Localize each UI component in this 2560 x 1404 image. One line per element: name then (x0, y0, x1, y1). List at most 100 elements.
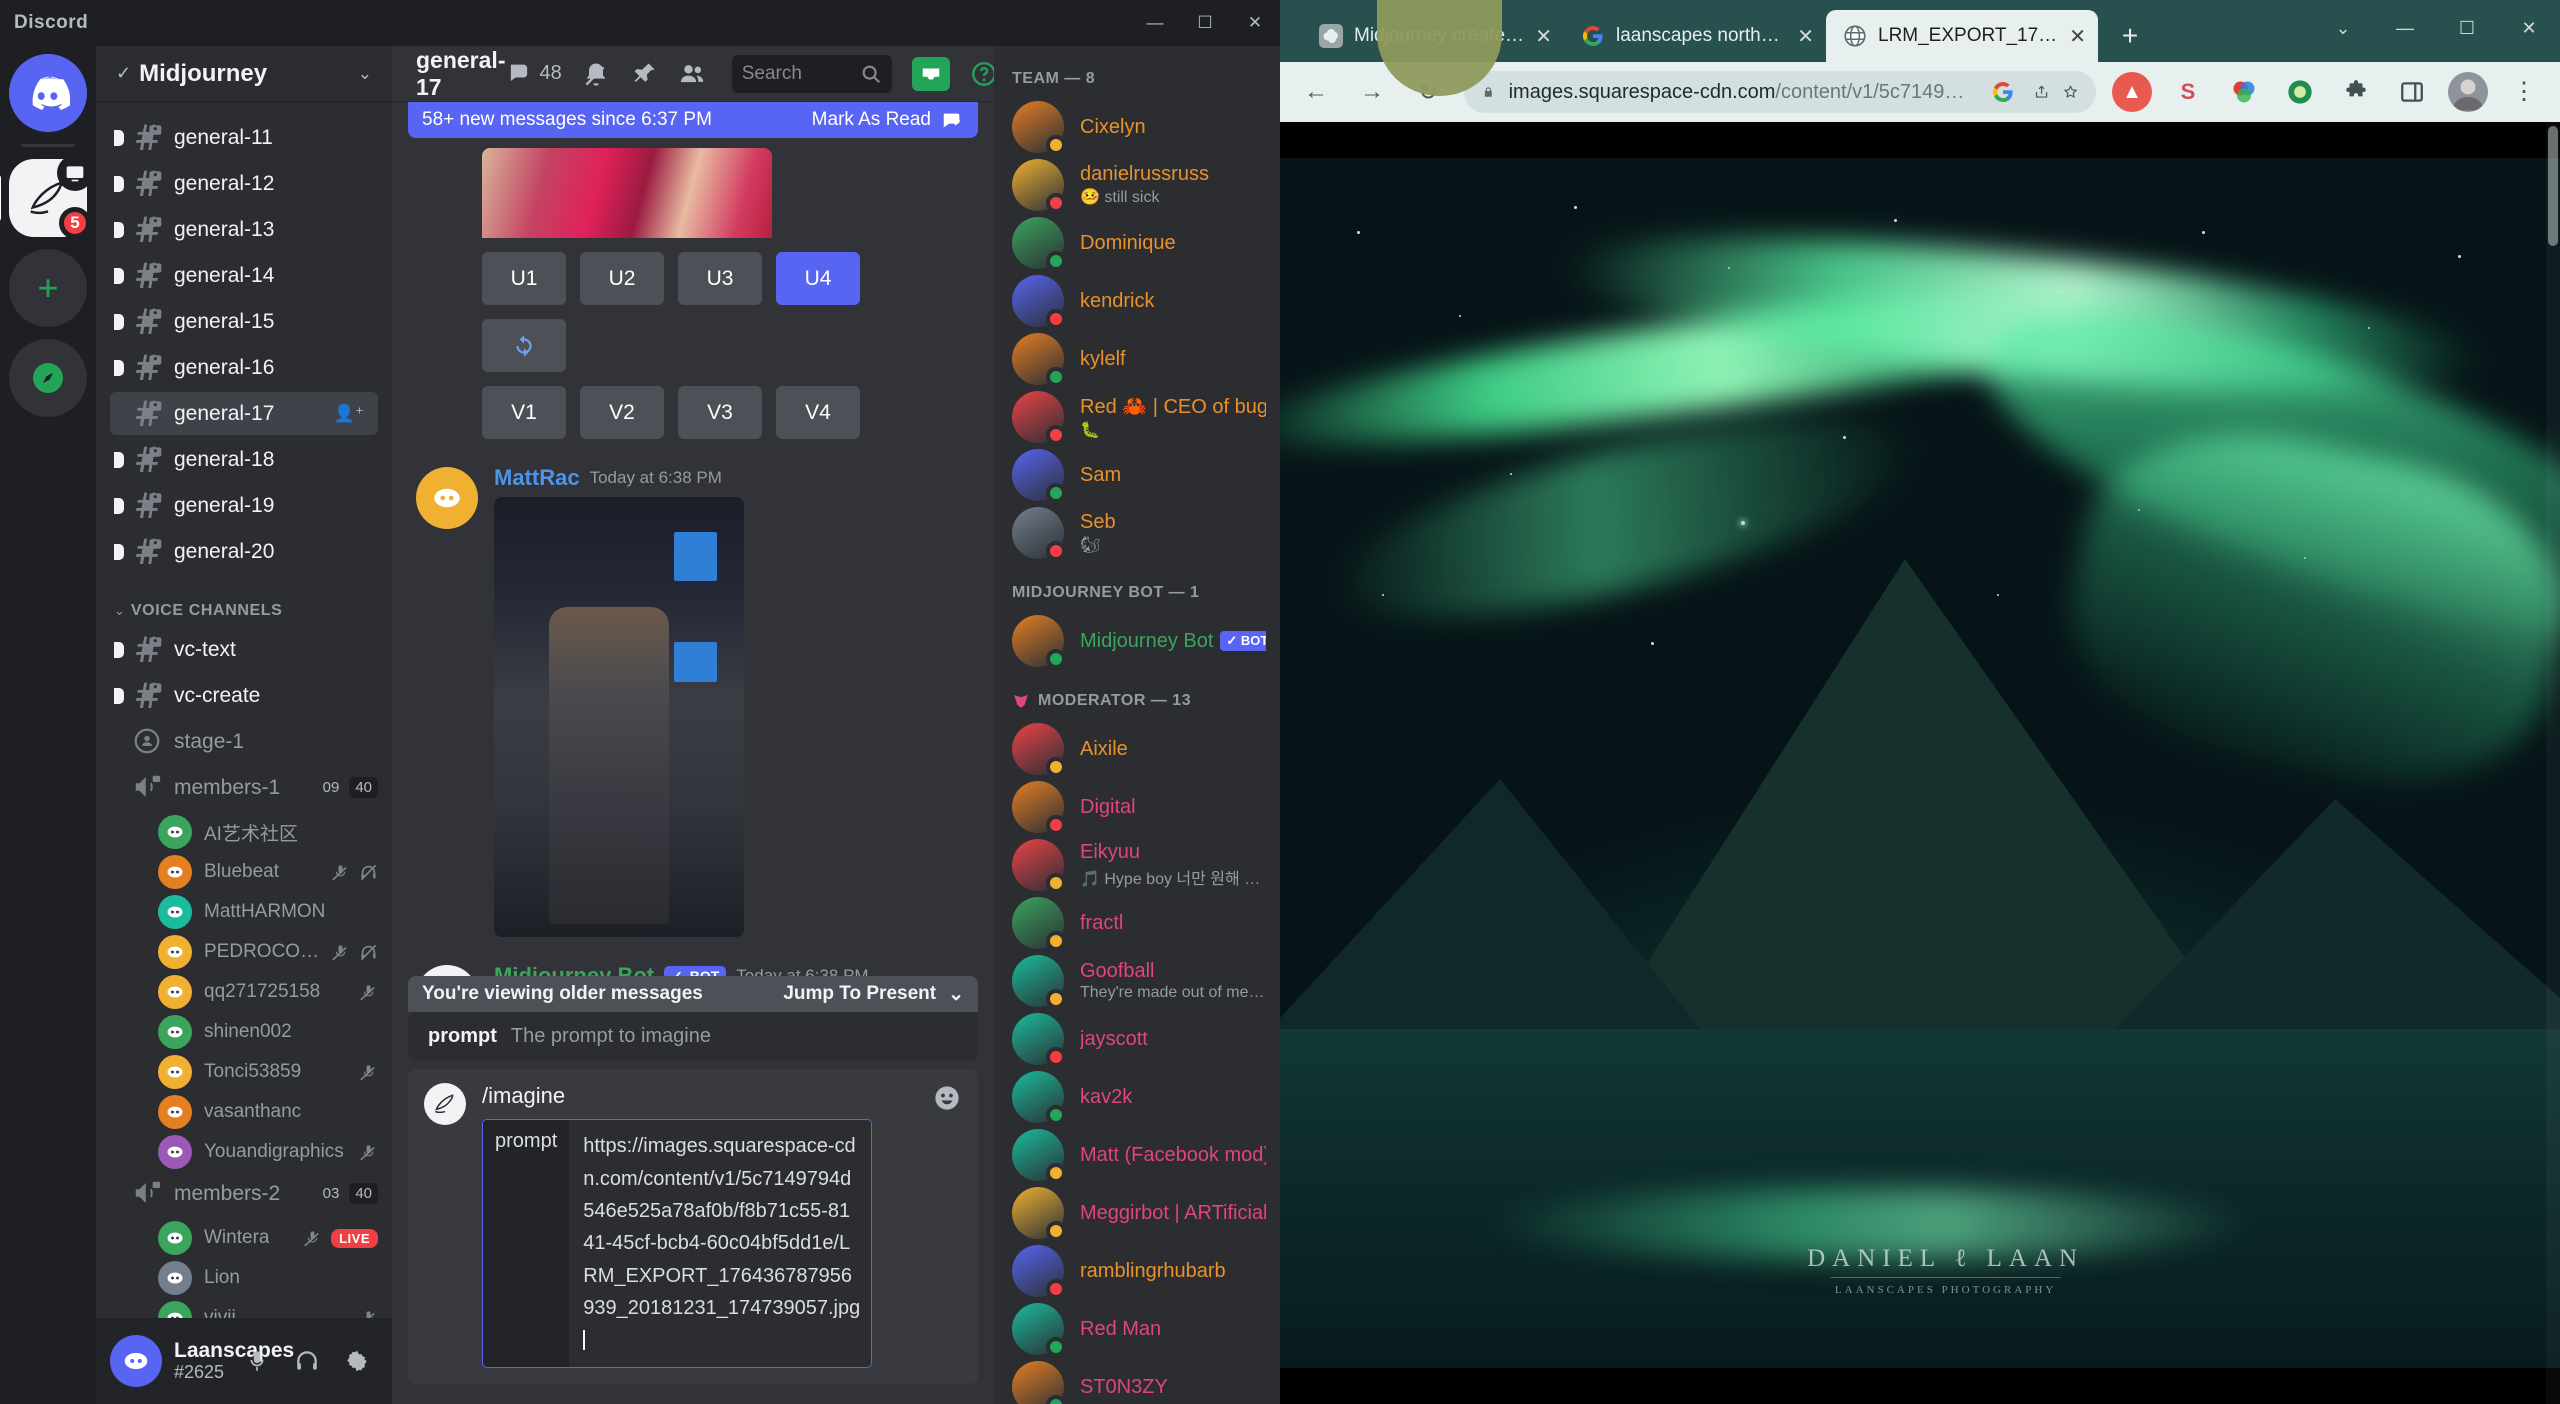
avatar[interactable] (1012, 275, 1066, 329)
avatar[interactable] (1012, 1013, 1066, 1067)
sidebar-channel-general-13[interactable]: general-13 (110, 208, 378, 251)
threads-button[interactable]: 48 (505, 60, 562, 88)
avatar[interactable] (1012, 333, 1066, 387)
member-list-item[interactable]: Meggirbot | ARTificial... (994, 1184, 1280, 1242)
message-scroller[interactable]: 58+ new messages since 6:37 PM Mark As R… (392, 102, 994, 1013)
explore-servers-button[interactable] (9, 339, 87, 417)
voice-member[interactable]: Wintera LIVE (96, 1218, 392, 1258)
green-extension-icon[interactable] (2280, 72, 2320, 112)
member-list-item[interactable]: Cixelyn (994, 98, 1280, 156)
category-voice-channels[interactable]: ⌄ VOICE CHANNELS (96, 576, 392, 628)
generated-image-preview[interactable] (482, 148, 772, 238)
add-members-icon[interactable]: 👤⁺ (334, 404, 364, 424)
upscale-button-U4[interactable]: U4 (776, 252, 860, 305)
voice-channel-members-2[interactable]: members-2 03 40 (110, 1172, 378, 1215)
avatar[interactable] (1012, 159, 1066, 213)
aurora-photo[interactable]: DANIEL ℓ LAAN LAANSCAPES PHOTOGRAPHY (1280, 158, 2560, 1368)
member-list-item[interactable]: Midjourney Bot ✓ BOT (994, 612, 1280, 670)
sidebar-channel-general-20[interactable]: general-20 (110, 530, 378, 573)
avatar[interactable] (158, 1261, 192, 1295)
member-list[interactable]: TEAM — 8 Cixelyn danielrussruss 🤒 still sic… (994, 46, 1280, 1404)
pinned-messages-button[interactable] (630, 60, 658, 88)
voice-member[interactable]: Youandigraphics (96, 1132, 392, 1172)
message-attachment-image[interactable] (494, 497, 744, 937)
sidebar-channel-vc-text[interactable]: vc-text (110, 628, 378, 671)
member-list-item[interactable]: Matt (Facebook mod) (994, 1126, 1280, 1184)
member-list-item[interactable]: ramblingrhubarb (994, 1242, 1280, 1300)
avatar[interactable] (158, 855, 192, 889)
avatar[interactable] (416, 467, 478, 529)
user-settings-button[interactable] (332, 1336, 382, 1386)
sidebar-channel-stage-1[interactable]: stage-1 (110, 720, 378, 763)
tab-close-button[interactable]: ✕ (1797, 24, 1814, 49)
member-list-item[interactable]: kendrick (994, 272, 1280, 330)
avatar[interactable] (158, 1095, 192, 1129)
sidebar-channel-general-12[interactable]: general-12 (110, 162, 378, 205)
search-input[interactable]: Search (731, 54, 892, 93)
voice-channel-members-1[interactable]: members-1 09 40 (110, 766, 378, 809)
star-icon[interactable] (2063, 80, 2078, 104)
member-list-item[interactable]: jayscott (994, 1010, 1280, 1068)
sidebar-channel-general-17[interactable]: general-17 👤⁺ (110, 392, 378, 435)
home-button[interactable] (9, 54, 87, 132)
member-list-item[interactable]: kylelf (994, 330, 1280, 388)
share-icon[interactable] (2034, 80, 2049, 104)
address-bar[interactable]: images.squarespace-cdn.com/content/v1/5c… (1464, 71, 2096, 113)
member-list-item[interactable]: Aixile (994, 720, 1280, 778)
voice-member[interactable]: vasanthanc (96, 1092, 392, 1132)
avatar[interactable] (1012, 1187, 1066, 1241)
notification-settings-button[interactable] (582, 60, 610, 88)
upscale-button-U1[interactable]: U1 (482, 252, 566, 305)
voice-member[interactable]: PEDROCOELHO... (96, 932, 392, 972)
avatar[interactable] (110, 1335, 162, 1387)
avatar[interactable] (1012, 1245, 1066, 1299)
extensions-puzzle-icon[interactable] (2336, 72, 2376, 112)
avatar[interactable] (1012, 897, 1066, 951)
voice-member[interactable]: qq271725158 (96, 972, 392, 1012)
voice-member[interactable]: shinen002 (96, 1012, 392, 1052)
avatar[interactable] (1012, 615, 1066, 669)
variation-button-V4[interactable]: V4 (776, 386, 860, 439)
close-button[interactable]: ✕ (1230, 0, 1280, 46)
side-panel-icon[interactable] (2392, 72, 2432, 112)
voice-member[interactable]: Bluebeat (96, 852, 392, 892)
jump-to-present-button[interactable]: Jump To Present ⌄ (783, 983, 964, 1006)
voice-member[interactable]: Tonci53859 (96, 1052, 392, 1092)
member-list-item[interactable]: ST0N3ZY (994, 1358, 1280, 1404)
browser-tab[interactable]: LRM_EXPORT_176436787956939 ✕ (1826, 10, 2098, 62)
user-identity[interactable]: Laanscapes #2625 (174, 1339, 294, 1383)
member-list-item[interactable]: Red Man (994, 1300, 1280, 1358)
member-list-item[interactable]: Digital (994, 778, 1280, 836)
command-argument[interactable]: prompt https://images.squarespace-cdn.co… (482, 1119, 872, 1368)
forward-button[interactable]: → (1352, 72, 1392, 112)
member-list-item[interactable]: Dominique (994, 214, 1280, 272)
message-author[interactable]: MattRac (494, 465, 580, 491)
browser-tab[interactable]: laanscapes northern lights - Goo ✕ (1564, 10, 1826, 62)
upscale-button-U3[interactable]: U3 (678, 252, 762, 305)
deafen-button[interactable] (282, 1336, 332, 1386)
argument-value[interactable]: https://images.squarespace-cdn.com/conte… (569, 1120, 871, 1367)
avatar[interactable] (158, 975, 192, 1009)
avatar[interactable] (1012, 391, 1066, 445)
avatar[interactable] (1012, 1129, 1066, 1183)
tab-close-button[interactable]: ✕ (1535, 24, 1552, 49)
avatar[interactable] (1012, 955, 1066, 1009)
sidebar-channel-vc-create[interactable]: vc-create (110, 674, 378, 717)
inbox-button[interactable] (911, 56, 950, 91)
variation-button-V3[interactable]: V3 (678, 386, 762, 439)
avast-icon[interactable]: ▲ (2112, 72, 2152, 112)
variation-button-V2[interactable]: V2 (580, 386, 664, 439)
avatar[interactable] (1012, 1361, 1066, 1404)
minimize-button[interactable]: — (1130, 0, 1180, 46)
guild-header[interactable]: ✓ Midjourney ⌄ (96, 46, 392, 102)
avatar[interactable] (1012, 723, 1066, 777)
member-list-item[interactable]: Sam (994, 446, 1280, 504)
member-list-item[interactable]: kav2k (994, 1068, 1280, 1126)
avatar[interactable] (1012, 101, 1066, 155)
avatar[interactable] (158, 895, 192, 929)
s-extension-icon[interactable]: S (2168, 72, 2208, 112)
avatar[interactable] (158, 1221, 192, 1255)
voice-member[interactable]: vivii (96, 1298, 392, 1318)
avatar[interactable] (1012, 839, 1066, 893)
avatar[interactable] (158, 935, 192, 969)
